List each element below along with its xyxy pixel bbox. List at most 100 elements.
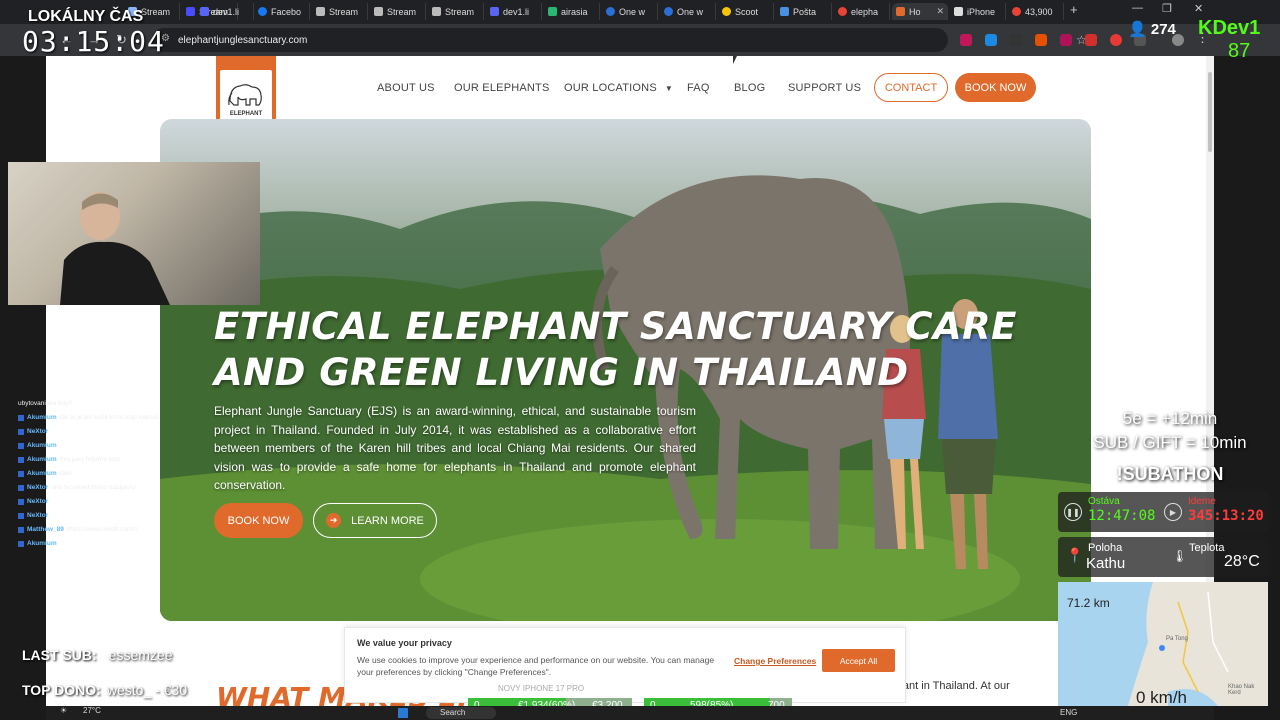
tab-label: One w <box>619 6 646 17</box>
local-time-label: LOKÁLNY ČAS <box>28 8 144 25</box>
chat-badge-icon <box>18 541 24 547</box>
browser-tabstrip: Stream Stream dev1.li Facebo Stream Stre… <box>0 0 1280 24</box>
tab-label: Ho <box>909 6 921 17</box>
browser-tab[interactable]: Pošta <box>776 3 832 20</box>
browser-tab[interactable]: iPhone <box>950 3 1006 20</box>
chat-text: ono ten reset mimo nabijacky <box>51 484 136 491</box>
extension-icon[interactable] <box>960 34 972 46</box>
taskbar-search-label: Search <box>440 708 466 717</box>
extension-icon[interactable] <box>1035 34 1047 46</box>
rule-sub: SUB / GIFT = 10min <box>1093 433 1247 452</box>
chat-message: NeXtor <box>18 498 190 506</box>
browser-tab[interactable]: One w <box>602 3 658 20</box>
restore-icon[interactable]: ❐ <box>1162 2 1172 15</box>
kick-number: 87 <box>1228 40 1251 62</box>
last-sub-value: essemzee <box>108 647 173 663</box>
browser-tab[interactable]: Stream <box>312 3 368 20</box>
chat-badge-icon <box>18 457 24 463</box>
change-preferences-link[interactable]: Change Preferences <box>734 656 816 666</box>
book-now-header-button[interactable]: BOOK NOW <box>955 73 1036 102</box>
chat-text: https://www.reddit.com/r/ <box>66 526 139 533</box>
subathon-title: !SUBATHON <box>1116 464 1224 484</box>
browser-tab-active[interactable]: Ho ✕ <box>892 3 948 20</box>
map-place-label: Pa Tong <box>1166 636 1188 642</box>
chat-message: NeXtor <box>18 428 190 436</box>
browser-tab[interactable]: 43,900 <box>1008 3 1064 20</box>
nav-about-us[interactable]: ABOUT US <box>377 82 435 94</box>
subathon-rules: 5e = +12min SUB / GIFT = 10min <box>1060 407 1280 455</box>
location-label: Poloha <box>1088 542 1123 554</box>
viewer-person-icon: 👤 <box>1128 21 1147 38</box>
nav-blog[interactable]: BLOG <box>734 82 765 94</box>
extension-icon[interactable] <box>1060 34 1072 46</box>
chat-text: moj jako hdjame lock <box>59 456 121 463</box>
chat-message: NeXtor ono ten reset mimo nabijacky <box>18 484 190 492</box>
chat-badge-icon <box>18 415 24 421</box>
tab-favicon-icon <box>780 7 789 16</box>
browser-tab[interactable]: Scoot <box>718 3 774 20</box>
location-value: Kathu <box>1086 555 1126 572</box>
close-window-icon[interactable]: ✕ <box>1194 2 1203 15</box>
mouse-cursor-icon <box>733 56 737 64</box>
chat-user: Akumium <box>27 456 57 463</box>
cookie-description: We use cookies to improve your experienc… <box>357 655 715 677</box>
weather-icon: ☀ <box>60 706 68 715</box>
tab-label: Stream <box>141 6 171 17</box>
pause-icon: ❚❚ <box>1064 503 1082 521</box>
map-widget: 71.2 km Pa Tong Khao Nak Kerd 0 km/h <box>1058 582 1268 706</box>
nav-our-elephants[interactable]: OUR ELEPHANTS <box>454 82 550 94</box>
chat-text: tak to je jim kvôli tomu kcip napsat <box>59 414 159 421</box>
hero-book-now-button[interactable]: BOOK NOW <box>214 503 303 538</box>
tab-favicon-icon <box>896 7 905 16</box>
accept-all-button[interactable]: Accept All <box>822 649 895 672</box>
hero-title: ETHICAL ELEPHANT SANCTUARY CARE AND GREE… <box>214 305 1017 394</box>
extension-icon[interactable] <box>1085 34 1097 46</box>
contact-button[interactable]: CONTACT <box>874 73 948 102</box>
new-tab-icon[interactable]: + <box>1070 2 1078 17</box>
timer-elapsed-value: 345:13:20 <box>1188 508 1264 524</box>
browser-tab[interactable]: dev1.li <box>196 3 254 20</box>
language-indicator[interactable]: ENG <box>1060 708 1077 717</box>
chat-badge-icon <box>18 499 24 505</box>
nav-our-locations-label: OUR LOCATIONS <box>564 82 657 94</box>
chat-text: fake <box>59 470 72 477</box>
windows-start-icon[interactable] <box>398 708 408 718</box>
tab-label: Stream <box>329 6 359 17</box>
nav-faq[interactable]: FAQ <box>687 82 710 94</box>
last-sub-overlay: LAST SUB: essemzee <box>22 647 172 663</box>
chat-user: Akumium <box>27 442 57 449</box>
learn-more-button[interactable]: ➔ LEARN MORE <box>313 503 437 538</box>
nav-our-locations[interactable]: OUR LOCATIONS ▼ <box>564 82 673 94</box>
browser-tab[interactable]: Facebo <box>254 3 310 20</box>
browser-tab[interactable]: One w <box>660 3 716 20</box>
chat-message: Akumium <box>18 540 190 548</box>
taskbar-search[interactable]: Search <box>426 707 496 719</box>
minimize-icon[interactable]: — <box>1132 2 1143 14</box>
tab-favicon-icon <box>186 7 195 16</box>
tab-label: dev1.li <box>213 6 240 17</box>
extension-icon[interactable] <box>1010 34 1022 46</box>
tab-favicon-icon <box>664 7 673 16</box>
nav-support-us[interactable]: SUPPORT US <box>788 82 861 94</box>
cookie-banner: We value your privacy We use cookies to … <box>344 627 906 703</box>
top-dono-value: westo_ - €30 <box>106 682 187 698</box>
tab-favicon-icon <box>722 7 731 16</box>
taskbar-temperature: 27°C <box>83 706 101 715</box>
close-tab-icon[interactable]: ✕ <box>936 6 944 17</box>
chat-badge-icon <box>18 513 24 519</box>
tab-label: elepha <box>851 6 879 17</box>
top-dono-label: TOP DONO: <box>22 682 101 698</box>
browser-tab[interactable]: dev1.li <box>486 3 542 20</box>
url-field[interactable]: ⚙ elephantjunglesanctuary.com ☆ <box>152 28 1087 52</box>
browser-tab[interactable]: Stream <box>370 3 426 20</box>
scrollbar-thumb[interactable] <box>1208 72 1212 152</box>
chat-badge-icon <box>18 527 24 533</box>
browser-tab[interactable]: elepha <box>834 3 890 20</box>
browser-tab[interactable]: Stream <box>428 3 484 20</box>
extension-icon[interactable] <box>985 34 997 46</box>
browser-tab[interactable]: airasia <box>544 3 600 20</box>
extension-icon[interactable] <box>1110 34 1122 46</box>
address-bar-row: ← → ↻ ⚙ elephantjunglesanctuary.com ☆ ⋮ <box>0 24 1280 56</box>
chat-message: Akumium fake <box>18 470 190 478</box>
hero-banner: ETHICAL ELEPHANT SANCTUARY CARE AND GREE… <box>160 119 1091 621</box>
